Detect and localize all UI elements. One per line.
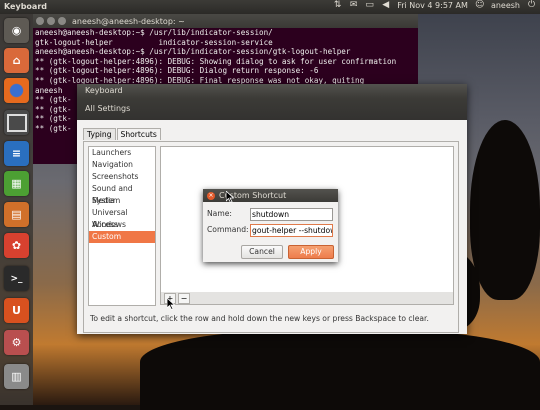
tree-silhouette (140, 330, 540, 410)
settings-toolbar: All Settings (77, 98, 467, 120)
ubuntu-one-icon[interactable]: U (4, 298, 29, 323)
tab-typing[interactable]: Typing (83, 128, 116, 140)
volume-icon[interactable]: ◀ (381, 1, 390, 10)
dialog-titlebar[interactable]: × Custom Shortcut (203, 189, 338, 202)
software-center-icon[interactable]: ✿ (4, 233, 29, 258)
battery-icon[interactable]: ▭ (365, 1, 374, 10)
command-field[interactable]: gout-helper --shutdown (250, 224, 333, 237)
category-navigation[interactable]: Navigation (89, 159, 155, 171)
name-field[interactable]: shutdown (250, 208, 333, 221)
dash-home-icon[interactable]: ◉ (4, 18, 29, 43)
window-title: Keyboard (85, 86, 123, 95)
user-name[interactable]: aneesh (491, 1, 520, 10)
mouse-pointer-icon (167, 298, 175, 310)
power-icon[interactable]: ⏻ (527, 1, 536, 10)
apply-button[interactable]: Apply (288, 245, 334, 259)
category-list: Launchers Navigation Screenshots Sound a… (88, 146, 156, 306)
terminal-title: aneesh@aneesh-desktop: ~ (72, 16, 185, 26)
mail-icon[interactable]: ✉ (349, 1, 358, 10)
calc-icon[interactable]: ▦ (4, 171, 29, 196)
mouse-pointer-icon (226, 191, 234, 203)
category-custom-shortcuts[interactable]: Custom Shortcuts (89, 231, 155, 253)
minimize-icon[interactable] (47, 17, 55, 25)
terminal-line: ** (gtk-logout-helper:4896): DEBUG: Dial… (35, 66, 319, 76)
all-settings-button[interactable]: All Settings (85, 104, 130, 113)
command-label: Command: (207, 225, 249, 234)
terminal-line: aneesh@aneesh-desktop:~$ /usr/lib/indica… (35, 28, 273, 37)
tree-silhouette (470, 120, 540, 300)
clock[interactable]: Fri Nov 4 9:57 AM (397, 1, 468, 10)
category-launchers[interactable]: Launchers (89, 147, 155, 159)
firefox-icon[interactable] (4, 78, 29, 103)
shortcut-hint: To edit a shortcut, click the row and ho… (90, 314, 429, 323)
custom-shortcut-dialog: × Custom Shortcut Name: shutdown Command… (203, 189, 338, 262)
home-folder-icon[interactable]: ⌂ (4, 48, 29, 73)
writer-icon[interactable]: ≡ (4, 141, 29, 166)
maximize-icon[interactable] (58, 17, 66, 25)
user-icon[interactable]: ☺ (475, 1, 484, 10)
category-universal-access[interactable]: Universal Access (89, 207, 155, 229)
close-icon[interactable]: × (207, 191, 215, 200)
cancel-button[interactable]: Cancel (241, 245, 283, 259)
category-screenshots[interactable]: Screenshots (89, 171, 155, 183)
system-tray: ⇅ ✉ ▭ ◀ Fri Nov 4 9:57 AM ☺ aneesh ⏻ (333, 1, 536, 11)
tab-bar: Typing Shortcuts (83, 128, 162, 140)
shortcut-list-toolbar: + − (160, 292, 454, 305)
keyboard-titlebar[interactable]: Keyboard (77, 84, 467, 98)
network-icon[interactable]: ⇅ (333, 1, 342, 10)
remove-shortcut-button[interactable]: − (178, 293, 190, 304)
workspace-icon[interactable] (4, 110, 29, 135)
tab-shortcuts[interactable]: Shortcuts (116, 128, 161, 140)
impress-icon[interactable]: ▤ (4, 202, 29, 227)
category-sound-and-media[interactable]: Sound and Media (89, 183, 155, 205)
close-icon[interactable] (36, 17, 44, 25)
terminal-line: gtk-logout-helper indicator-session-serv… (35, 37, 273, 47)
category-system[interactable]: System (89, 195, 155, 207)
terminal-icon[interactable]: >_ (4, 266, 29, 291)
trash-icon[interactable]: ▥ (4, 364, 29, 389)
top-panel: Keyboard ⇅ ✉ ▭ ◀ Fri Nov 4 9:57 AM ☺ ane… (0, 0, 540, 14)
terminal-titlebar[interactable]: aneesh@aneesh-desktop: ~ (33, 14, 418, 28)
active-app-title: Keyboard (4, 2, 47, 11)
terminal-line: ** (gtk-logout-helper:4896): DEBUG: Show… (35, 56, 397, 66)
launcher: ◉ ⌂ ≡ ▦ ▤ ✿ >_ U ⚙ ▥ (0, 14, 33, 405)
name-label: Name: (207, 209, 232, 218)
settings-icon[interactable]: ⚙ (4, 330, 29, 355)
category-windows[interactable]: Windows (89, 219, 155, 231)
terminal-line: aneesh@aneesh-desktop:~$ /usr/lib/indica… (35, 47, 351, 57)
